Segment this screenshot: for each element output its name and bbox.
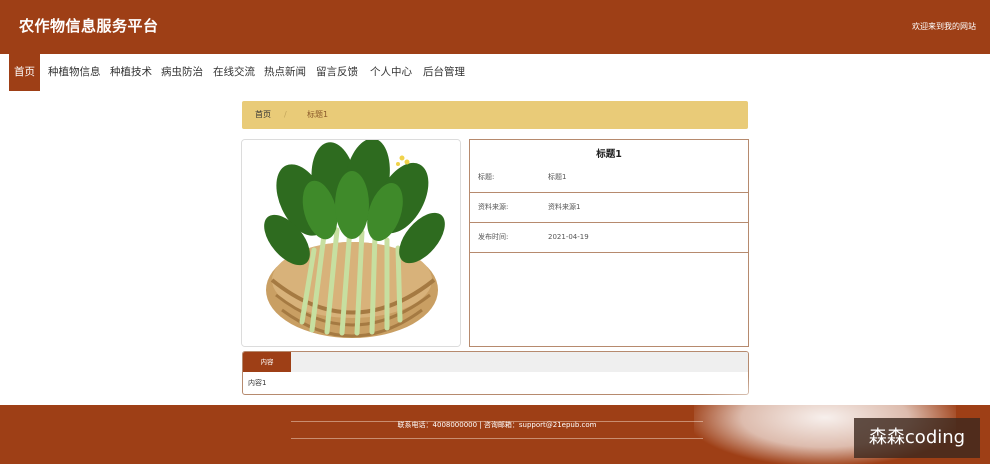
watermark: 森森coding xyxy=(854,418,980,458)
nav-item-planting-tech[interactable]: 种植技术 xyxy=(110,54,152,91)
nav-item-hot-news[interactable]: 热点新闻 xyxy=(264,54,306,91)
nav-item-online-exchange[interactable]: 在线交流 xyxy=(213,54,255,91)
content-panel: 内容 内容1 xyxy=(242,351,749,395)
site-title[interactable]: 农作物信息服务平台 xyxy=(19,15,159,36)
content-tab-bar: 内容 xyxy=(243,352,748,372)
product-image xyxy=(241,139,461,347)
detail-title: 标题1 xyxy=(596,149,622,160)
detail-value: 2021-04-19 xyxy=(548,233,589,241)
nav-item-home[interactable]: 首页 xyxy=(9,54,40,91)
breadcrumb-current: 标题1 xyxy=(307,110,329,119)
detail-label: 标题: xyxy=(478,173,495,181)
welcome-text: 欢迎来到我的网站 xyxy=(912,22,976,31)
detail-info-panel: 标题1 标题: 标题1 资料来源: 资料来源1 发布时间: 2021-04-19 xyxy=(469,139,749,347)
breadcrumb-separator: / xyxy=(284,110,287,119)
footer-divider-bottom xyxy=(291,438,703,439)
breadcrumb: 首页 / 标题1 xyxy=(242,101,748,129)
detail-label: 资料来源: xyxy=(478,203,509,211)
nav-item-plant-info[interactable]: 种植物信息 xyxy=(48,54,101,91)
nav-item-pest-control[interactable]: 病虫防治 xyxy=(161,54,203,91)
tab-content[interactable]: 内容 xyxy=(243,352,291,372)
site-header: 农作物信息服务平台 欢迎来到我的网站 xyxy=(0,0,990,54)
detail-row-source: 资料来源: 资料来源1 xyxy=(470,193,748,223)
breadcrumb-home-link[interactable]: 首页 xyxy=(255,101,271,129)
detail-row-title: 标题: 标题1 xyxy=(470,163,748,193)
detail-value: 标题1 xyxy=(548,173,567,181)
detail-value: 资料来源1 xyxy=(548,203,581,211)
detail-label: 发布时间: xyxy=(478,233,509,241)
nav-item-personal-center[interactable]: 个人中心 xyxy=(370,54,412,91)
main-nav: 首页 种植物信息 种植技术 病虫防治 在线交流 热点新闻 留言反馈 个人中心 后… xyxy=(0,54,990,91)
content-text: 内容1 xyxy=(248,379,267,387)
nav-item-admin[interactable]: 后台管理 xyxy=(423,54,465,91)
detail-row-publish-date: 发布时间: 2021-04-19 xyxy=(470,223,748,253)
footer-contact: 联系电话：4008000000 | 咨询邮箱：support@21epub.co… xyxy=(397,421,597,429)
nav-item-feedback[interactable]: 留言反馈 xyxy=(316,54,358,91)
leafy-greens-basket-image xyxy=(242,140,460,346)
